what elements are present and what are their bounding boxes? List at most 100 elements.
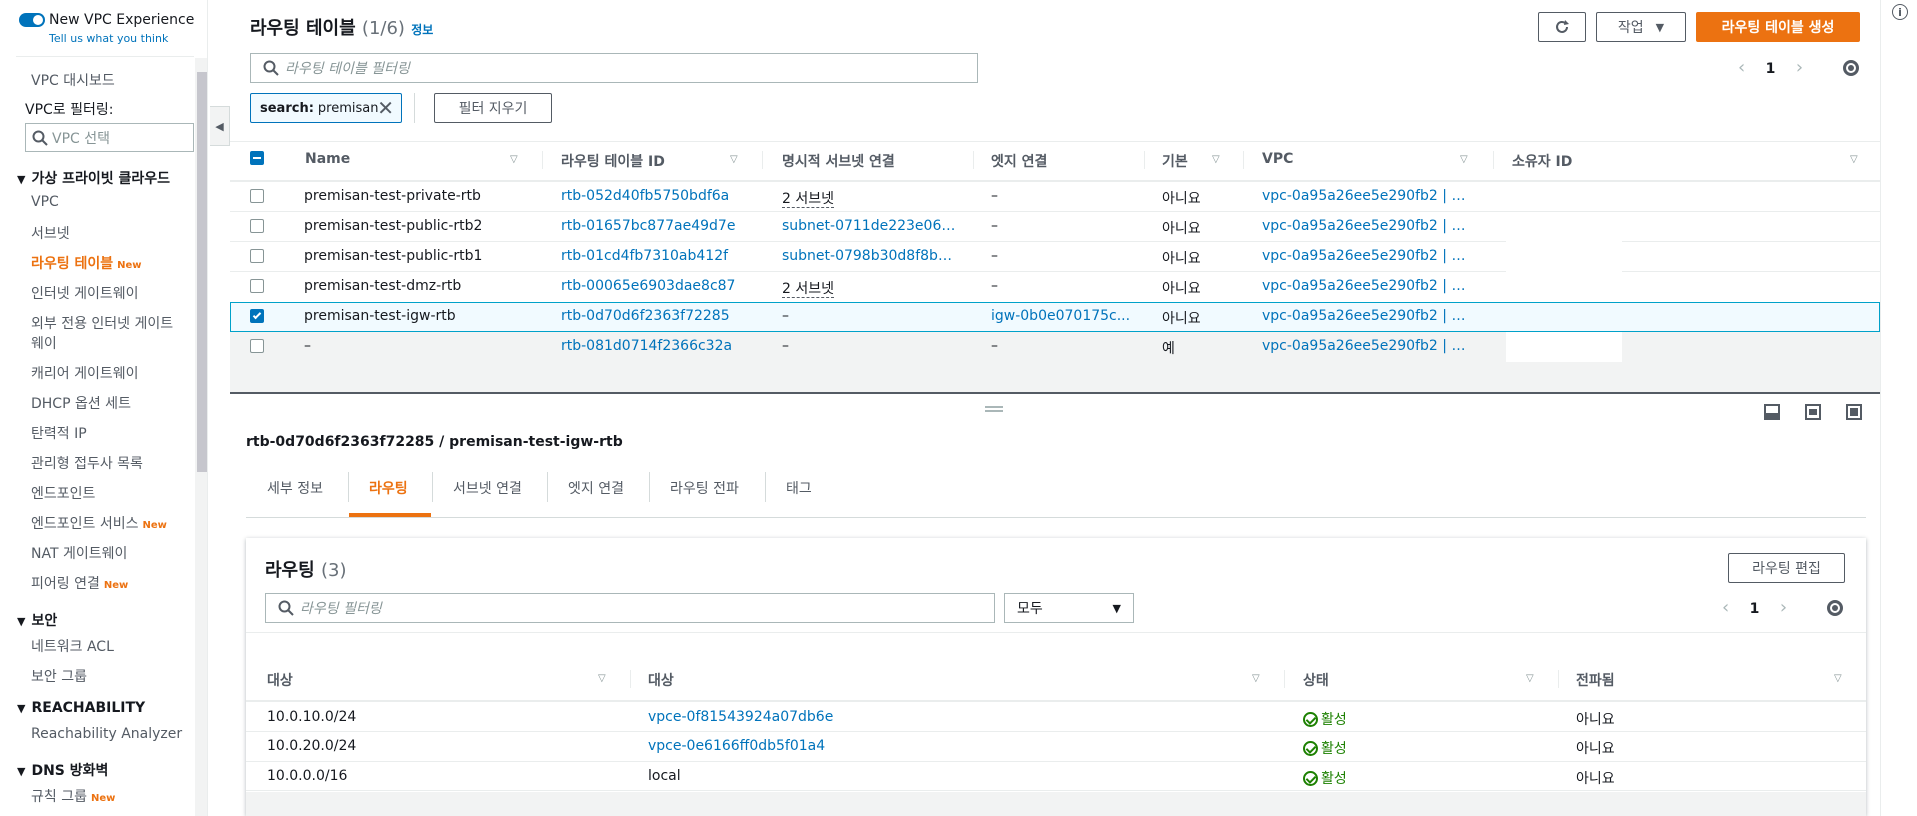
sidebar-item-subnets[interactable]: 서브넷: [31, 223, 70, 243]
panel-side-icon[interactable]: [1805, 404, 1821, 420]
sidebar-item-endpoint-services[interactable]: 엔드포인트 서비스 New: [31, 513, 167, 533]
resize-handle-icon[interactable]: [985, 406, 1003, 412]
rtb-id-link[interactable]: rtb-00065e6903dae8c87: [561, 278, 761, 294]
routes-filter-select[interactable]: 모두 ▼: [1004, 593, 1134, 623]
sort-icon[interactable]: ▽: [598, 673, 606, 684]
tab-routes[interactable]: 라우팅: [369, 478, 408, 498]
row-checkbox[interactable]: [250, 309, 264, 323]
route-table-search-input[interactable]: 라우팅 테이블 필터링: [250, 53, 978, 83]
clear-filters-button[interactable]: 필터 지우기: [434, 93, 552, 123]
col-header-rtb-id[interactable]: 라우팅 테이블 ID: [561, 151, 665, 171]
new-vpc-toggle[interactable]: [19, 13, 45, 27]
tab-subnet-associations[interactable]: 서브넷 연결: [453, 478, 522, 498]
vpc-link[interactable]: vpc-0a95a26ee5e290fb2 | pre...: [1262, 308, 1472, 324]
routes-search-input[interactable]: 라우팅 필터링: [265, 593, 995, 623]
sort-icon[interactable]: ▽: [1850, 154, 1858, 165]
row-checkbox[interactable]: [250, 339, 264, 353]
route-target-link[interactable]: vpce-0f81543924a07db6e: [648, 709, 833, 725]
chevron-right-icon[interactable]: ›: [1780, 597, 1787, 618]
vpc-filter-select[interactable]: VPC 선택: [25, 123, 194, 152]
vpc-link[interactable]: vpc-0a95a26ee5e290fb2 | pre...: [1262, 218, 1472, 234]
create-route-table-button[interactable]: 라우팅 테이블 생성: [1696, 12, 1860, 42]
row-checkbox[interactable]: [250, 189, 264, 203]
page-number[interactable]: 1: [1766, 61, 1776, 77]
sidebar-item-carrier-gateways[interactable]: 캐리어 게이트웨이: [31, 363, 139, 383]
subnet-assoc[interactable]: 2 서브넷: [782, 281, 834, 298]
sidebar-section-reachability[interactable]: ▼ REACHABILITY: [17, 700, 145, 716]
tab-edge-associations[interactable]: 엣지 연결: [568, 478, 624, 498]
close-icon[interactable]: ✕: [377, 96, 394, 120]
route-col-destination[interactable]: 대상: [267, 670, 293, 690]
vpc-link[interactable]: vpc-0a95a26ee5e290fb2 | pre...: [1262, 278, 1472, 294]
page-number[interactable]: 1: [1750, 601, 1760, 617]
sort-icon[interactable]: ▽: [1834, 673, 1842, 684]
sidebar-item-reachability-analyzer[interactable]: Reachability Analyzer: [31, 726, 182, 742]
sidebar-item-network-acl[interactable]: 네트워크 ACL: [31, 636, 114, 656]
sort-icon[interactable]: ▽: [1460, 154, 1468, 165]
sidebar-item-internet-gateways[interactable]: 인터넷 게이트웨이: [31, 283, 139, 303]
sidebar-section-vpc[interactable]: ▼ 가상 프라이빗 클라우드: [17, 168, 170, 188]
sort-icon[interactable]: ▽: [510, 154, 518, 165]
col-header-vpc[interactable]: VPC: [1262, 151, 1293, 167]
chevron-right-icon[interactable]: ›: [1796, 57, 1803, 78]
row-checkbox[interactable]: [250, 219, 264, 233]
sidebar-item-rule-groups[interactable]: 규칙 그룹 New: [31, 786, 115, 806]
row-checkbox[interactable]: [250, 249, 264, 263]
sidebar-item-nat-gateways[interactable]: NAT 게이트웨이: [31, 543, 127, 563]
tab-tags[interactable]: 태그: [786, 478, 812, 498]
col-header-subnet-assoc[interactable]: 명시적 서브넷 연결: [782, 151, 895, 171]
sidebar-scroll-thumb[interactable]: [197, 72, 207, 472]
tab-details[interactable]: 세부 정보: [267, 478, 323, 498]
sidebar-item-vpc[interactable]: VPC: [31, 194, 59, 210]
sidebar-item-dashboard[interactable]: VPC 대시보드: [31, 70, 115, 90]
subnet-assoc[interactable]: subnet-0798b30d8f8b2...: [782, 248, 957, 264]
col-header-name[interactable]: Name: [305, 151, 350, 167]
vpc-link[interactable]: vpc-0a95a26ee5e290fb2 | pre...: [1262, 338, 1472, 354]
panel-bottom-icon[interactable]: [1764, 404, 1780, 420]
route-col-target[interactable]: 대상: [648, 670, 674, 690]
sidebar-item-elastic-ips[interactable]: 탄력적 IP: [31, 423, 87, 443]
tell-us-link[interactable]: Tell us what you think: [49, 32, 168, 45]
route-col-status[interactable]: 상태: [1303, 670, 1329, 690]
rtb-id-link[interactable]: rtb-081d0714f2366c32a: [561, 338, 761, 354]
vpc-link[interactable]: vpc-0a95a26ee5e290fb2 | pre...: [1262, 188, 1472, 204]
settings-gear-icon[interactable]: [1843, 60, 1859, 76]
sidebar-section-dns-firewall[interactable]: ▼ DNS 방화벽: [17, 760, 108, 780]
sidebar-item-endpoints[interactable]: 엔드포인트: [31, 483, 95, 503]
sidebar-item-peering[interactable]: 피어링 연결 New: [31, 573, 128, 593]
sort-icon[interactable]: ▽: [1212, 154, 1220, 165]
sort-icon[interactable]: ▽: [1526, 673, 1534, 684]
route-target-link[interactable]: vpce-0e6166ff0db5f01a4: [648, 738, 825, 754]
sidebar-item-egress-only-igw-cont[interactable]: 웨이: [31, 333, 57, 353]
col-header-edge-assoc[interactable]: 엣지 연결: [991, 151, 1047, 171]
sort-icon[interactable]: ▽: [1252, 673, 1260, 684]
route-col-propagated[interactable]: 전파됨: [1576, 670, 1615, 690]
collapse-sidebar-button[interactable]: ◀: [210, 106, 230, 146]
sidebar-item-security-groups[interactable]: 보안 그룹: [31, 666, 87, 686]
rtb-id-link[interactable]: rtb-052d40fb5750bdf6a: [561, 188, 761, 204]
actions-dropdown[interactable]: 작업 ▼: [1596, 12, 1686, 42]
col-header-owner-id[interactable]: 소유자 ID: [1512, 151, 1572, 171]
rtb-id-link[interactable]: rtb-01657bc877ae49d7e: [561, 218, 761, 234]
subnet-assoc[interactable]: subnet-0711de223e06e...: [782, 218, 957, 234]
sidebar-item-dhcp-options[interactable]: DHCP 옵션 세트: [31, 393, 131, 413]
select-all-checkbox[interactable]: [250, 151, 264, 165]
col-header-main[interactable]: 기본: [1162, 151, 1188, 171]
edit-routes-button[interactable]: 라우팅 편집: [1728, 553, 1845, 583]
panel-hide-icon[interactable]: [1846, 404, 1862, 420]
routes-settings-gear-icon[interactable]: [1827, 600, 1843, 616]
subnet-assoc[interactable]: 2 서브넷: [782, 191, 834, 208]
tab-route-propagation[interactable]: 라우팅 전파: [670, 478, 739, 498]
rtb-id-link[interactable]: rtb-01cd4fb7310ab412f: [561, 248, 761, 264]
sidebar-item-egress-only-igw[interactable]: 외부 전용 인터넷 게이트: [31, 313, 173, 333]
refresh-button[interactable]: [1538, 12, 1586, 42]
info-icon[interactable]: i: [1892, 4, 1908, 20]
sidebar-item-route-tables[interactable]: 라우팅 테이블 New: [31, 253, 142, 273]
row-checkbox[interactable]: [250, 279, 264, 293]
chevron-left-icon[interactable]: ‹: [1738, 57, 1745, 78]
sidebar-item-prefix-lists[interactable]: 관리형 접두사 목록: [31, 453, 143, 473]
rtb-id-link[interactable]: rtb-0d70d6f2363f72285: [561, 308, 761, 324]
chevron-left-icon[interactable]: ‹: [1722, 597, 1729, 618]
info-link[interactable]: 정보: [411, 23, 433, 37]
vpc-link[interactable]: vpc-0a95a26ee5e290fb2 | pre...: [1262, 248, 1472, 264]
